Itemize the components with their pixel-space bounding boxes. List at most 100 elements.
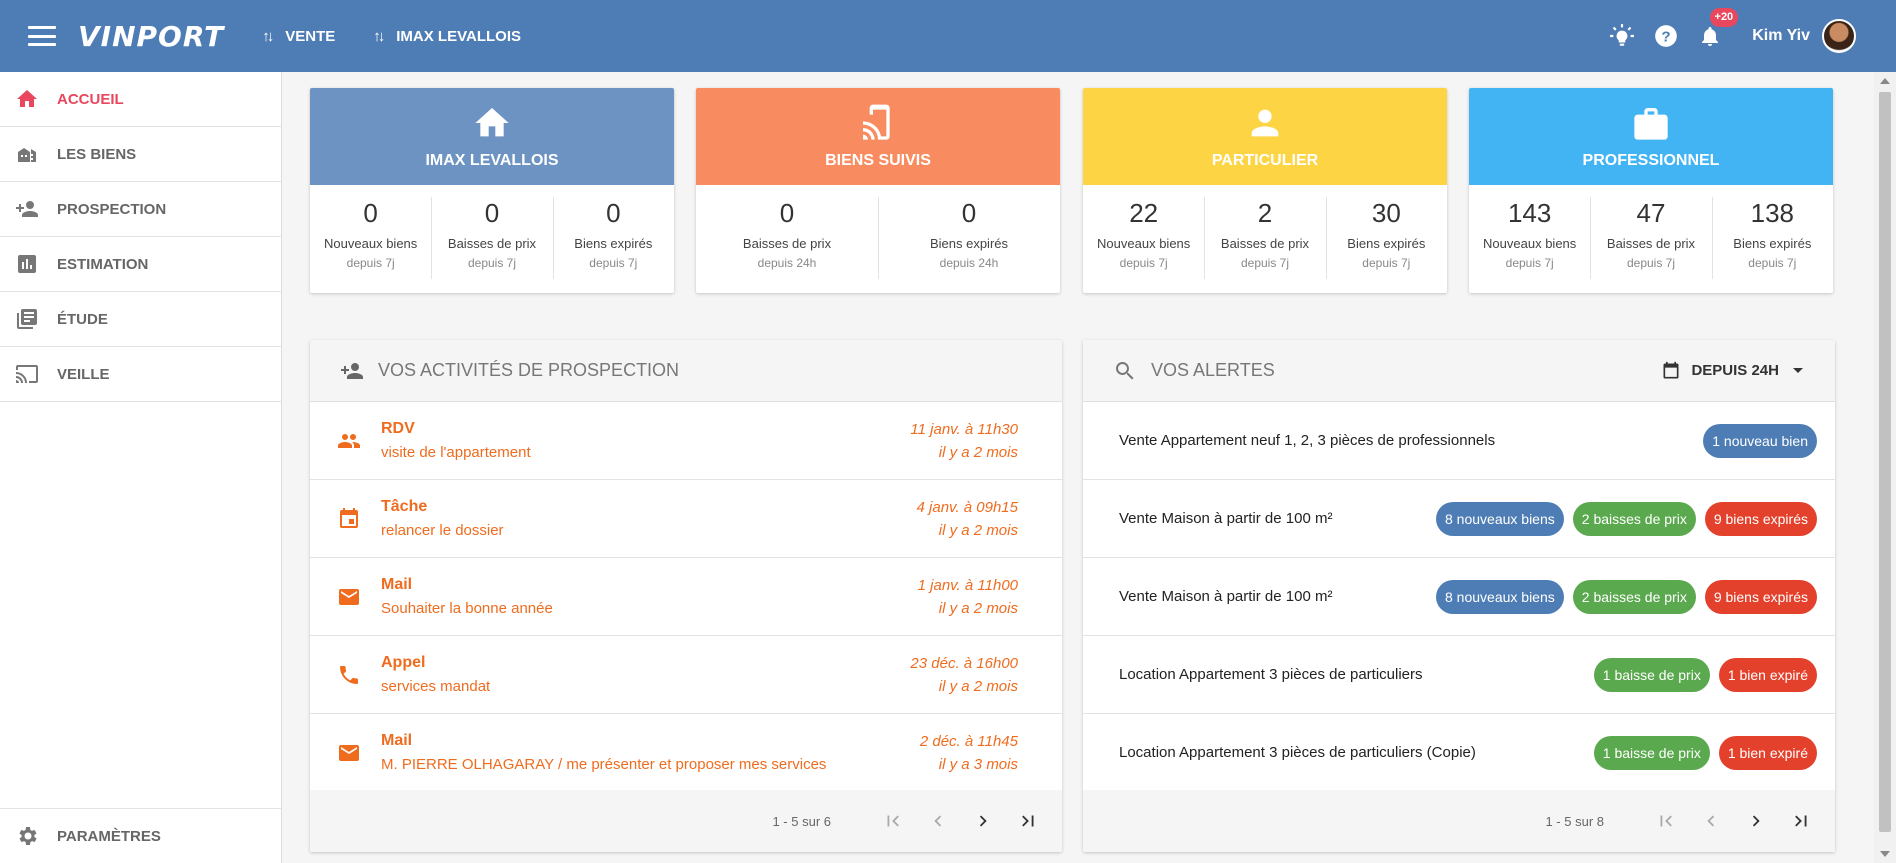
first-page-icon[interactable]: [879, 807, 907, 835]
sidebar-item-estimation[interactable]: ESTIMATION: [0, 237, 281, 292]
activity-ago: il y a 2 mois: [938, 521, 1018, 539]
alert-chip-expired[interactable]: 1 bien expiré: [1718, 735, 1817, 770]
alert-chip-expired[interactable]: 9 biens expirés: [1704, 501, 1817, 536]
alert-chip-expired[interactable]: 1 bien expiré: [1718, 657, 1817, 692]
card-title: PARTICULIER: [1211, 152, 1319, 169]
sidebar-item-etude[interactable]: ÉTUDE: [0, 292, 281, 347]
activity-type: RDV: [381, 420, 415, 437]
first-page-icon[interactable]: [1652, 807, 1680, 835]
scrollbar-thumb[interactable]: [1879, 92, 1891, 832]
activity-type: Mail: [381, 576, 413, 593]
scroll-up-icon[interactable]: [1880, 78, 1890, 84]
person-add-icon: [13, 195, 41, 223]
activity-description: Souhaiter la bonne année: [381, 600, 553, 617]
card-title: IMAX LEVALLOIS: [425, 152, 559, 169]
stat-value: 0: [484, 198, 500, 228]
nav-vente[interactable]: ↑↓ VENTE: [262, 28, 335, 45]
alert-chip-new[interactable]: 1 nouveau bien: [1703, 423, 1817, 458]
stat-expired[interactable]: 30 Biens expirés depuis 7j: [1325, 185, 1447, 293]
activities-header: VOS ACTIVITÉS DE PROSPECTION: [310, 340, 1062, 402]
alert-chip-expired[interactable]: 9 biens expirés: [1704, 579, 1817, 614]
page-scrollbar[interactable]: [1874, 72, 1896, 863]
stat-new-properties[interactable]: 143 Nouveaux biens depuis 7j: [1469, 185, 1590, 293]
stat-price-drops[interactable]: 0 Baisses de prix depuis 7j: [431, 185, 552, 293]
stat-label: Biens expirés: [1347, 236, 1426, 251]
last-page-icon[interactable]: [1787, 807, 1815, 835]
scroll-down-icon[interactable]: [1880, 851, 1890, 857]
last-page-icon[interactable]: [1014, 807, 1042, 835]
app-logo[interactable]: VINPORT: [78, 20, 224, 53]
alert-row[interactable]: Vente Maison à partir de 100 m² 8 nouvea…: [1083, 480, 1835, 558]
prev-page-icon[interactable]: [924, 807, 952, 835]
alert-text: Location Appartement 3 pièces de particu…: [1119, 744, 1476, 761]
notifications-icon[interactable]: +20: [1696, 8, 1739, 50]
pagination-range: 1 - 5 sur 6: [772, 813, 831, 829]
activity-type: Mail: [381, 732, 413, 749]
activity-row[interactable]: Appel services mandat 23 déc. à 16h00 il…: [310, 636, 1062, 714]
stat-new-properties[interactable]: 22 Nouveaux biens depuis 7j: [1083, 185, 1204, 293]
mail-icon: [335, 583, 363, 611]
caret-down-icon: [1793, 368, 1803, 373]
card-title: BIENS SUIVIS: [825, 152, 931, 169]
activity-row[interactable]: Tâche relancer le dossier 4 janv. à 09h1…: [310, 480, 1062, 558]
activity-description: services mandat: [381, 678, 491, 695]
card-imax-levallois[interactable]: IMAX LEVALLOIS 0 Nouveaux biens depuis 7…: [310, 88, 674, 293]
stat-period: depuis 7j: [1505, 256, 1554, 270]
alert-chip-price-drop[interactable]: 1 baisse de prix: [1593, 657, 1710, 692]
sidebar-item-label: LES BIENS: [57, 145, 137, 163]
alert-chip-price-drop[interactable]: 2 baisses de prix: [1572, 579, 1696, 614]
alert-row[interactable]: Vente Appartement neuf 1, 2, 3 pièces de…: [1083, 402, 1835, 480]
alerts-header: VOS ALERTES DEPUIS 24H: [1083, 340, 1835, 402]
prev-page-icon[interactable]: [1697, 807, 1725, 835]
alert-chip-new[interactable]: 8 nouveaux biens: [1436, 501, 1564, 536]
stat-price-drops[interactable]: 2 Baisses de prix depuis 7j: [1204, 185, 1325, 293]
stat-period: depuis 24h: [939, 256, 999, 270]
sidebar-item-les-biens[interactable]: LES BIENS: [0, 127, 281, 182]
stat-price-drops[interactable]: 47 Baisses de prix depuis 7j: [1590, 185, 1711, 293]
stat-label: Baisses de prix: [447, 236, 537, 251]
stat-new-properties[interactable]: 0 Nouveaux biens depuis 7j: [310, 185, 431, 293]
card-particulier[interactable]: PARTICULIER 22 Nouveaux biens depuis 7j …: [1083, 88, 1447, 293]
stat-value: 22: [1129, 198, 1159, 228]
stat-label: Biens expirés: [574, 236, 653, 251]
activity-date: 23 déc. à 16h00: [910, 654, 1018, 672]
alert-chip-price-drop[interactable]: 2 baisses de prix: [1572, 501, 1696, 536]
card-professionnel[interactable]: PROFESSIONNEL 143 Nouveaux biens depuis …: [1469, 88, 1833, 293]
alert-row[interactable]: Location Appartement 3 pièces de particu…: [1083, 636, 1835, 714]
avatar[interactable]: [1822, 19, 1856, 53]
help-icon[interactable]: ?: [1652, 22, 1680, 50]
activity-description: M. PIERRE OLHAGARAY / me présenter et pr…: [381, 756, 827, 773]
sidebar-item-label: ÉTUDE: [57, 310, 108, 328]
period-filter-dropdown[interactable]: DEPUIS 24H: [1661, 361, 1803, 381]
next-page-icon[interactable]: [969, 807, 997, 835]
nav-agency[interactable]: ↑↓ IMAX LEVALLOIS: [373, 28, 521, 45]
stat-expired[interactable]: 0 Biens expirés depuis 24h: [878, 185, 1060, 293]
alert-row[interactable]: Location Appartement 3 pièces de particu…: [1083, 714, 1835, 792]
card-biens-suivis[interactable]: BIENS SUIVIS 0 Baisses de prix depuis 24…: [696, 88, 1060, 293]
stat-expired[interactable]: 0 Biens expirés depuis 7j: [552, 185, 674, 293]
card-header: BIENS SUIVIS: [696, 88, 1060, 185]
stat-period: depuis 7j: [1626, 256, 1676, 270]
activity-row[interactable]: Mail Souhaiter la bonne année 1 janv. à …: [310, 558, 1062, 636]
alert-chip-price-drop[interactable]: 1 baisse de prix: [1593, 735, 1710, 770]
card-header: PARTICULIER: [1083, 88, 1447, 185]
sidebar-item-prospection[interactable]: PROSPECTION: [0, 182, 281, 237]
notification-badge: +20: [1709, 8, 1739, 27]
user-name[interactable]: Kim Yiv: [1752, 27, 1810, 45]
activity-ago: il y a 3 mois: [938, 755, 1018, 773]
stat-price-drops[interactable]: 0 Baisses de prix depuis 24h: [696, 185, 878, 293]
alert-chip-new[interactable]: 8 nouveaux biens: [1436, 579, 1564, 614]
next-page-icon[interactable]: [1742, 807, 1770, 835]
activity-type: Appel: [381, 654, 426, 671]
menu-icon[interactable]: [28, 26, 56, 46]
cast-icon: [13, 360, 41, 388]
alert-row[interactable]: Vente Maison à partir de 100 m² 8 nouvea…: [1083, 558, 1835, 636]
sidebar-item-veille[interactable]: VEILLE: [0, 347, 281, 402]
brightness-icon[interactable]: [1608, 22, 1636, 50]
sidebar-item-parametres[interactable]: PARAMÈTRES: [0, 808, 281, 863]
activity-row[interactable]: Mail M. PIERRE OLHAGARAY / me présenter …: [310, 714, 1062, 792]
swap-vertical-icon: ↑↓: [373, 27, 385, 45]
activity-row[interactable]: RDV visite de l'appartement 11 janv. à 1…: [310, 402, 1062, 480]
sidebar-item-accueil[interactable]: ACCUEIL: [0, 72, 281, 127]
stat-expired[interactable]: 138 Biens expirés depuis 7j: [1711, 185, 1833, 293]
